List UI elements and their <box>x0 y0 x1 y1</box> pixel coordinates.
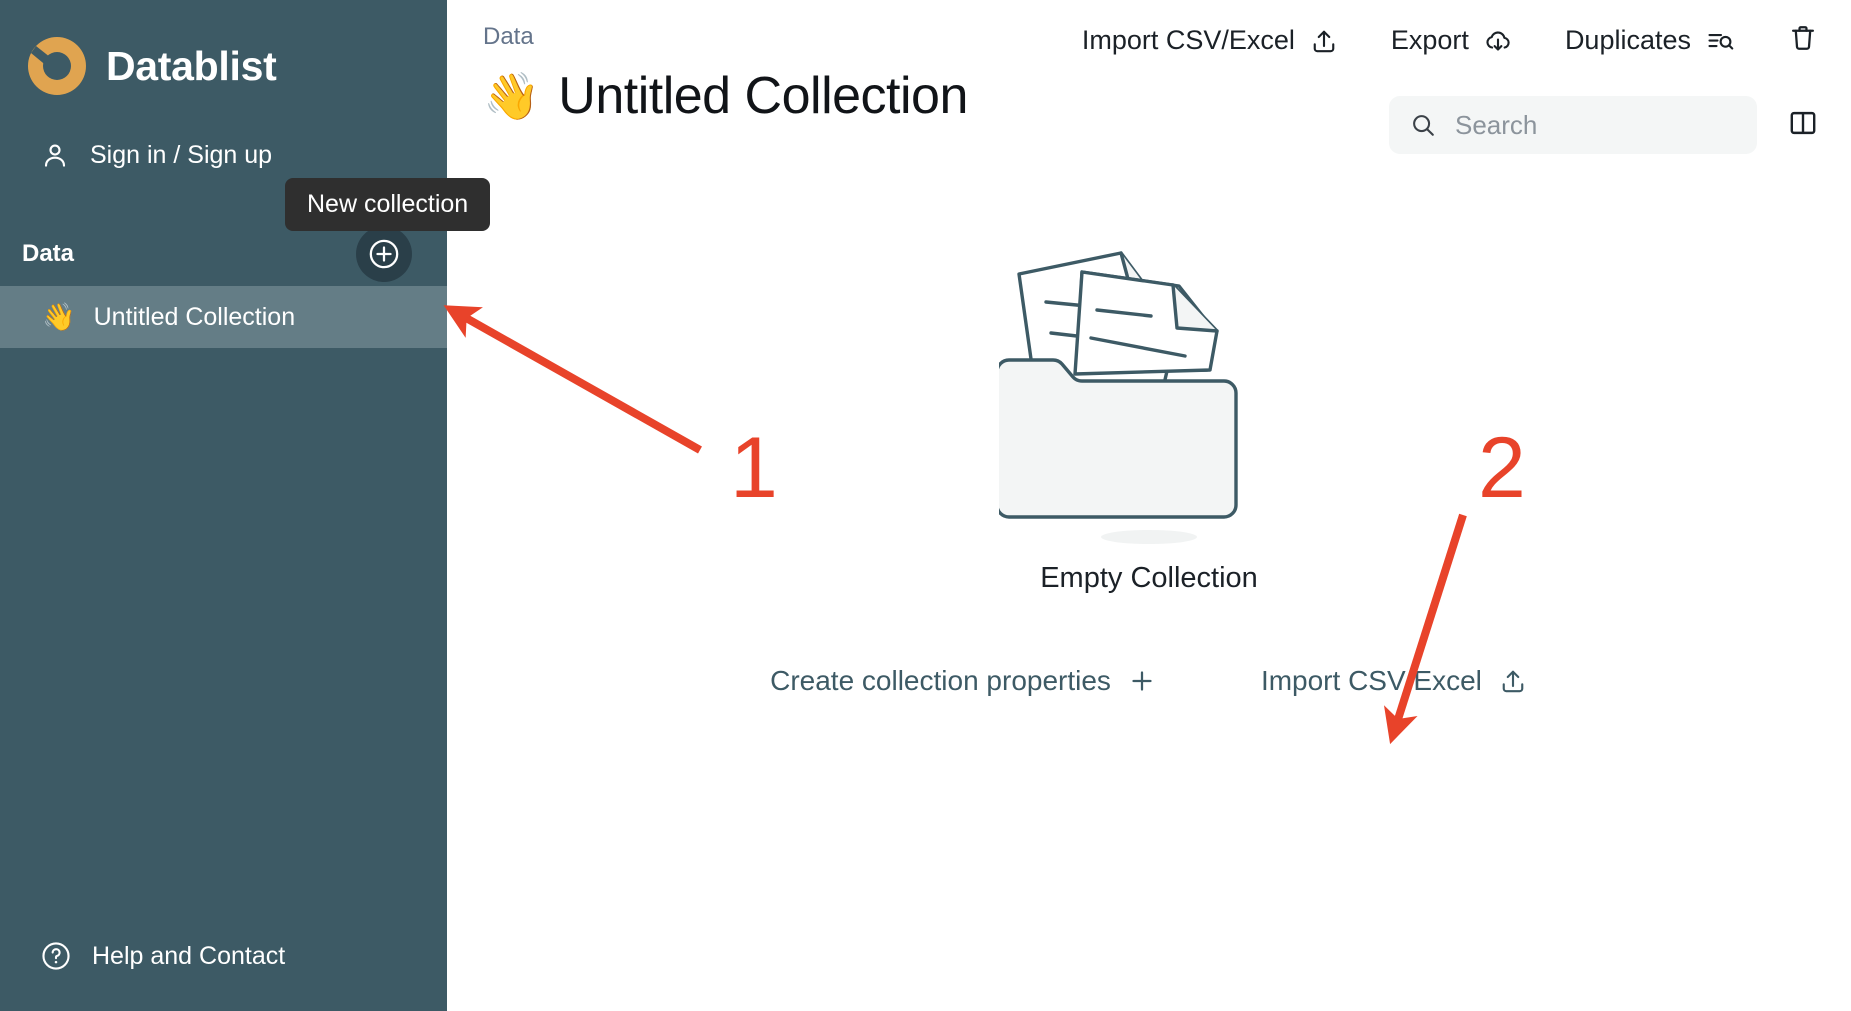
import-label: Import CSV/Excel <box>1081 25 1295 55</box>
topbar-actions: Import CSV/Excel Export Duplicates <box>1082 22 1819 59</box>
search-box[interactable] <box>1389 96 1757 154</box>
plus-icon <box>1127 666 1157 696</box>
page-title[interactable]: Untitled Collection <box>558 66 968 126</box>
empty-state: Empty Collection Create collection prope… <box>447 230 1851 697</box>
empty-state-import-link[interactable]: Import CSV/Excel <box>1261 665 1528 697</box>
list-search-icon <box>1705 26 1735 56</box>
trash-icon <box>1787 22 1819 59</box>
empty-state-title: Empty Collection <box>1040 562 1258 594</box>
new-collection-button[interactable] <box>356 226 412 282</box>
export-label: Export <box>1390 25 1469 55</box>
sidebar-item-help-and-contact[interactable]: Help and Contact <box>0 901 447 1011</box>
app-root: Datablist Sign in / Sign up Data 👋 Untit… <box>0 0 1851 1011</box>
sidebar-collection-label: Untitled Collection <box>93 302 296 331</box>
wave-emoji-icon: 👋 <box>42 301 76 332</box>
brand-name: Datablist <box>106 42 277 89</box>
sidebar: Datablist Sign in / Sign up Data 👋 Untit… <box>0 0 491 1011</box>
empty-state-actions: Create collection properties Import CSV/… <box>770 665 1528 697</box>
main-content: Data 👋 Untitled Collection Import CSV/Ex… <box>447 0 1851 1011</box>
folder-documents-icon <box>999 230 1299 550</box>
create-properties-label: Create collection properties <box>770 665 1111 696</box>
annotation-number-2: 2 <box>1478 420 1526 516</box>
duplicates-label: Duplicates <box>1564 25 1691 55</box>
search-input[interactable] <box>1455 109 1737 141</box>
empty-import-label: Import CSV/Excel <box>1260 665 1482 696</box>
search-icon <box>1409 111 1437 139</box>
split-panel-icon <box>1787 107 1819 144</box>
upload-icon <box>1309 26 1339 56</box>
new-collection-tooltip: New collection <box>285 178 491 231</box>
export-button[interactable]: Export <box>1391 25 1513 56</box>
annotation-number-1: 1 <box>730 420 778 516</box>
question-circle-icon <box>40 940 72 972</box>
sidebar-section-title: Data <box>22 240 75 267</box>
topbar-search-row <box>1389 96 1819 154</box>
create-collection-properties-link[interactable]: Create collection properties <box>770 665 1157 697</box>
topbar: Data 👋 Untitled Collection Import CSV/Ex… <box>447 0 1851 172</box>
datablist-logo-icon <box>26 35 88 97</box>
sidebar-signin-label: Sign in / Sign up <box>90 140 273 169</box>
topbar-left: Data 👋 Untitled Collection <box>483 23 968 126</box>
duplicates-button[interactable]: Duplicates <box>1565 25 1735 56</box>
page-title-row: 👋 Untitled Collection <box>483 66 968 126</box>
sidebar-item-untitled-collection[interactable]: 👋 Untitled Collection <box>0 286 447 348</box>
toggle-panel-button[interactable] <box>1787 107 1819 144</box>
sidebar-footer-label: Help and Contact <box>92 941 286 970</box>
delete-collection-button[interactable] <box>1787 22 1819 59</box>
plus-circle-icon <box>367 237 401 271</box>
sidebar-section-data: Data <box>0 222 447 286</box>
brand: Datablist <box>0 0 447 102</box>
sidebar-item-signin[interactable]: Sign in / Sign up <box>0 124 447 186</box>
import-csv-excel-button[interactable]: Import CSV/Excel <box>1082 25 1339 56</box>
user-icon <box>40 140 70 170</box>
cloud-download-icon <box>1483 26 1513 56</box>
breadcrumb[interactable]: Data <box>483 23 968 50</box>
upload-icon <box>1498 666 1528 696</box>
collection-emoji-icon[interactable]: 👋 <box>483 73 540 119</box>
